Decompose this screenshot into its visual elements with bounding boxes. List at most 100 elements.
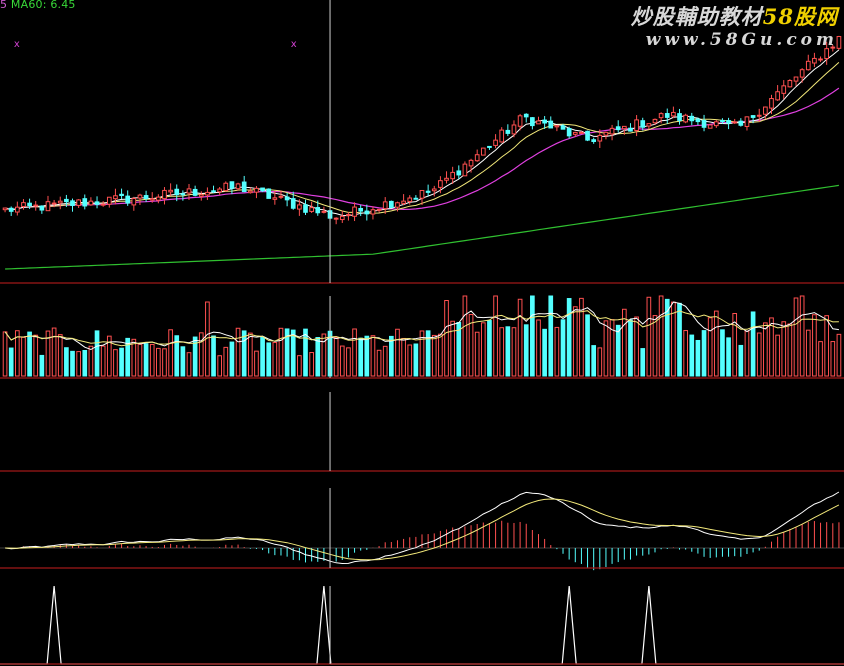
volume-bar (830, 341, 836, 377)
volume-bar (315, 337, 321, 377)
volume-bar (241, 330, 247, 377)
candle-body (198, 194, 204, 197)
volume-bar (615, 324, 621, 377)
candle-body (628, 127, 633, 132)
volume-bar (382, 345, 388, 377)
volume-bar (168, 329, 173, 377)
watermark-title: 炒股輔助教材58股网 (631, 4, 838, 30)
candle-body (321, 210, 327, 213)
volume-bar (39, 354, 45, 377)
candle-body (247, 190, 253, 194)
volume-bar (309, 352, 314, 377)
volume-bar (186, 352, 192, 377)
volume-bar (407, 344, 413, 377)
candle-body (444, 177, 449, 181)
volume-bar (57, 334, 63, 377)
volume-bar (82, 350, 88, 377)
candle-body (51, 202, 57, 205)
candle-body (480, 147, 486, 156)
volume-bar (278, 327, 284, 377)
volume-bar (413, 343, 419, 377)
volume-bar (272, 342, 278, 377)
candle-body (701, 119, 707, 128)
volume-bar (536, 319, 541, 377)
volume-bar (450, 320, 455, 377)
candle-body (431, 188, 437, 192)
volume-bar (94, 330, 100, 377)
candle-body (658, 113, 664, 119)
candle-body (370, 209, 376, 215)
candle-body (756, 114, 762, 117)
candle-body (70, 200, 75, 206)
candle-body (425, 190, 431, 193)
volume-bar (775, 334, 780, 377)
volume-bar (511, 327, 517, 377)
volume-bar (223, 346, 229, 377)
candle-body (131, 198, 137, 206)
candle-body (235, 183, 241, 190)
candle-body (217, 188, 223, 193)
candle-body (763, 106, 768, 115)
candle-body (82, 198, 88, 207)
volume-bar (585, 314, 590, 377)
volume-bar (33, 334, 39, 377)
ma60-label: MA60: 6.45 (10, 0, 76, 11)
volume-bar (597, 347, 603, 377)
candle-body (597, 134, 603, 142)
candle-body (560, 125, 566, 130)
candle-body (266, 188, 272, 199)
stock-chart: xx (0, 0, 844, 666)
volume-bar (756, 332, 762, 377)
volume-bar (364, 335, 370, 377)
candle-body (726, 120, 731, 124)
candle-body (548, 120, 554, 129)
candle-body (27, 202, 32, 207)
candle-body (223, 182, 229, 192)
candle-body (88, 200, 94, 206)
candle-body (21, 202, 26, 207)
volume-bar (462, 295, 468, 377)
candle-body (689, 115, 695, 122)
volume-bar (726, 337, 731, 377)
candle-body (192, 188, 198, 196)
volume-bar (149, 343, 155, 377)
candle-body (603, 131, 609, 136)
candle-body (143, 195, 149, 199)
candle-body (352, 206, 357, 217)
candle-body (284, 196, 290, 201)
volume-bar (799, 295, 805, 377)
volume-bar (180, 346, 186, 377)
candle-body (413, 197, 419, 200)
volume-bar (763, 322, 768, 377)
candle-body (793, 76, 799, 82)
candle-body (744, 116, 750, 127)
x-marker: x (14, 39, 20, 50)
candle-body (260, 187, 265, 192)
candle-body (652, 118, 658, 124)
volume-bar (781, 321, 787, 377)
volume-bar (603, 320, 609, 377)
candle-body (137, 194, 143, 199)
candle-body (168, 189, 173, 193)
candle-body (419, 189, 425, 199)
volume-bar (701, 330, 707, 377)
header-prefix: 5 (0, 0, 8, 11)
volume-bar (720, 329, 725, 377)
volume-bar (333, 337, 339, 377)
candle-body (713, 121, 719, 127)
candle-body (530, 117, 535, 127)
volume-bar (480, 322, 486, 377)
volume-bar (290, 329, 296, 377)
volume-bar (88, 345, 94, 377)
volume-bar (836, 333, 842, 377)
volume-bar (652, 315, 658, 377)
volume-bar (707, 317, 713, 377)
candle-body (205, 191, 210, 196)
candle-body (566, 128, 572, 137)
candle-body (542, 119, 547, 124)
candle-body (609, 127, 615, 135)
volume-bar (70, 350, 75, 377)
candle-body (511, 124, 517, 135)
volume-bar (818, 341, 823, 377)
volume-bar (689, 334, 695, 377)
